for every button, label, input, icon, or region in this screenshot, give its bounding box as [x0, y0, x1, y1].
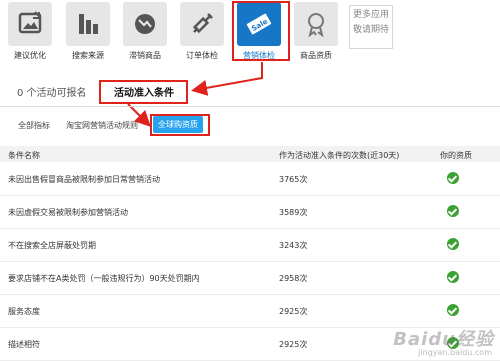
condition-name: 描述相符 [8, 340, 40, 349]
table-header: 条件名称 作为活动准入条件的次数(近30天) 你的资质 [0, 146, 500, 162]
check-icon [447, 271, 459, 283]
table-row: 未因虚假交易被限制参加营销活动 3589次 [0, 196, 500, 229]
check-icon [447, 205, 459, 217]
condition-name: 未因出售假冒商品被限制参加日常营销活动 [8, 175, 160, 184]
table-row: 服务态度 2925次 [0, 295, 500, 328]
tab-entry-conditions[interactable]: 活动准入条件 [114, 84, 174, 99]
condition-name: 不在搜索全店屏蔽处罚期 [8, 241, 96, 250]
column-header-qualification: 你的资质 [440, 151, 472, 160]
condition-count: 3589次 [279, 208, 308, 217]
condition-count: 2925次 [279, 307, 308, 316]
table-row: 未因出售假冒商品被限制参加日常营销活动 3765次 [0, 163, 500, 196]
condition-subtabs: 全部指标 淘宝网营销活动规则 全球购资质 [0, 113, 500, 137]
condition-count: 2958次 [279, 274, 308, 283]
table-row: 要求店铺不在A类处罚（一般违规行为）90天处罚期内 2958次 [0, 262, 500, 295]
tab-available-count[interactable]: 0 个活动可报名 [17, 84, 87, 99]
condition-name: 服务态度 [8, 307, 40, 316]
table-row: 不在搜索全店屏蔽处罚期 3243次 [0, 229, 500, 262]
check-icon [447, 304, 459, 316]
condition-name: 未因虚假交易被限制参加营销活动 [8, 208, 128, 217]
condition-count: 3765次 [279, 175, 308, 184]
condition-count: 3243次 [279, 241, 308, 250]
activity-tabs: 0 个活动可报名 活动准入条件 [0, 76, 500, 107]
watermark-url: jingyan.baidu.com [418, 348, 492, 357]
subtab-all-metrics[interactable]: 全部指标 [18, 120, 50, 131]
condition-count: 2925次 [279, 340, 308, 349]
check-icon [447, 238, 459, 250]
column-header-condition: 条件名称 [8, 151, 40, 160]
check-icon [447, 172, 459, 184]
condition-name: 要求店铺不在A类处罚（一般违规行为）90天处罚期内 [8, 274, 200, 283]
subtab-global-qualification[interactable]: 全球购资质 [153, 116, 203, 133]
column-header-count: 作为活动准入条件的次数(近30天) [279, 151, 400, 160]
subtab-taobao-rules[interactable]: 淘宝网营销活动规则 [66, 120, 138, 131]
